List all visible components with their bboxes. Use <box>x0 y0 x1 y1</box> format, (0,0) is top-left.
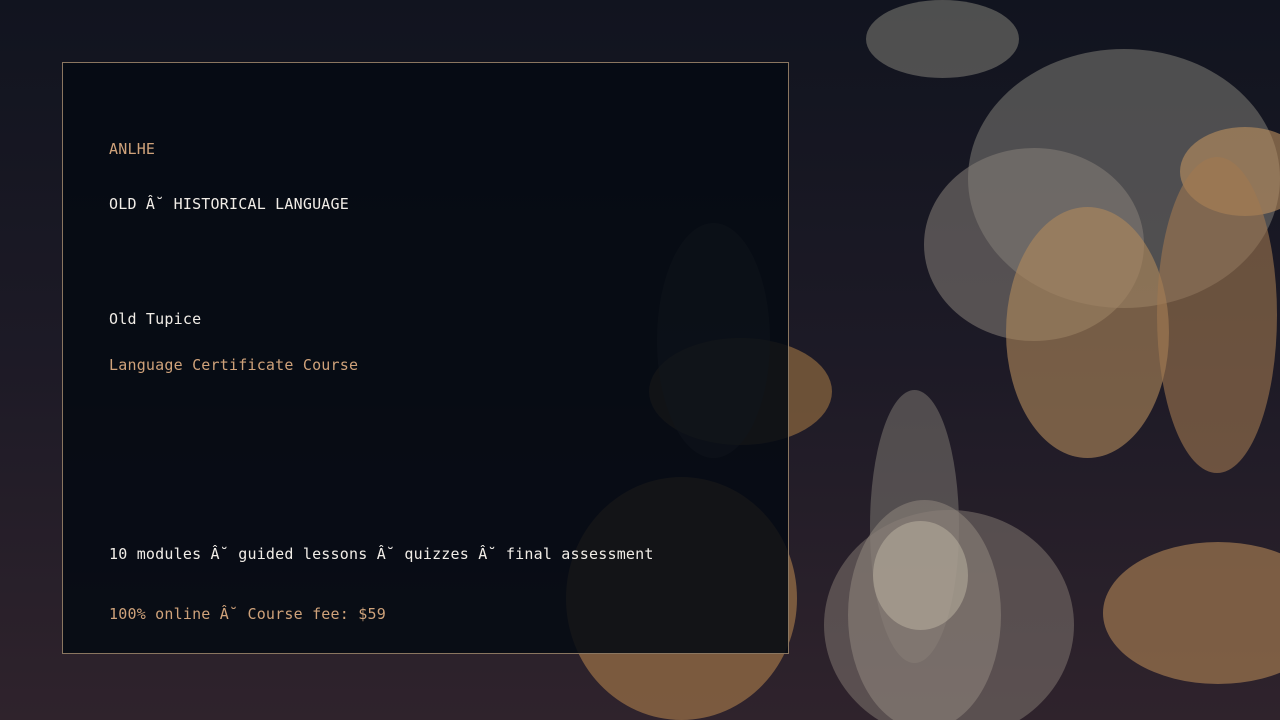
bokeh-decoration <box>873 521 968 630</box>
category-label: OLD Â˘ HISTORICAL LANGUAGE <box>109 195 349 213</box>
course-features: 10 modules Â˘ guided lessons Â˘ quizzes … <box>109 545 654 563</box>
course-pricing: 100% online Â˘ Course fee: $59 <box>109 605 386 623</box>
bokeh-decoration <box>1103 542 1280 684</box>
course-subtitle: Language Certificate Course <box>109 356 359 374</box>
course-title: Old Tupice <box>109 310 202 328</box>
course-card: ANLHE OLD Â˘ HISTORICAL LANGUAGE Old Tup… <box>62 62 789 654</box>
brand-label: ANLHE <box>109 140 156 158</box>
bokeh-decoration <box>1006 207 1169 458</box>
bokeh-decoration <box>1157 157 1277 473</box>
bokeh-decoration <box>866 0 1019 78</box>
